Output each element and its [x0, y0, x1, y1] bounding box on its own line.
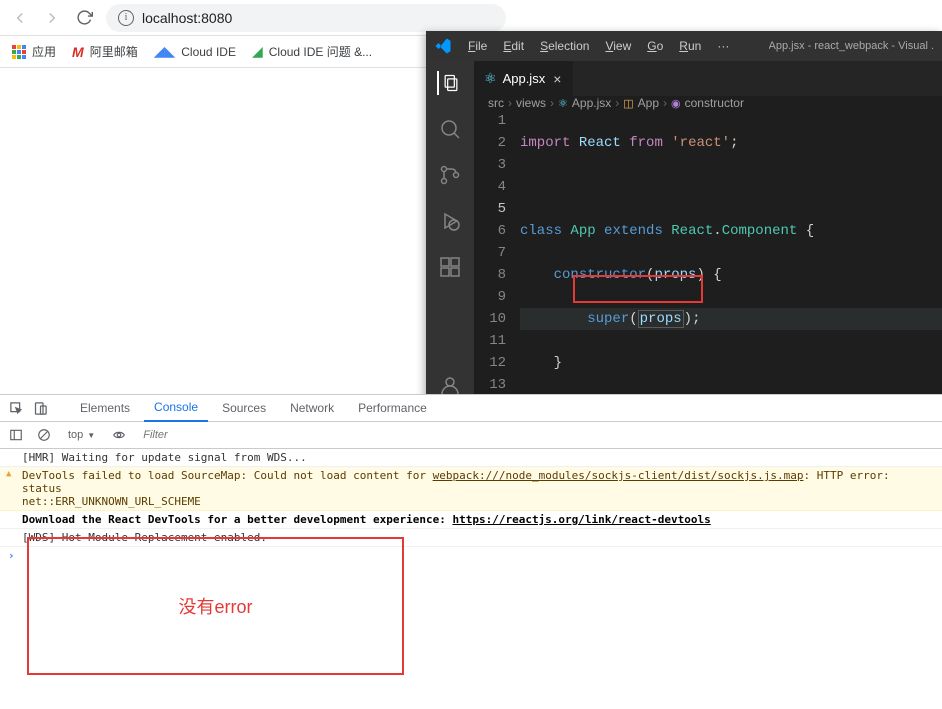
search-icon[interactable]	[438, 117, 462, 141]
reload-button[interactable]	[74, 8, 94, 28]
vscode-titlebar[interactable]: File Edit Selection View Go Run ··· App.…	[426, 31, 942, 61]
annotation-text: 没有error	[178, 593, 252, 619]
device-toggle-icon[interactable]	[30, 398, 50, 418]
bookmark-ali[interactable]: M 阿里邮箱	[72, 43, 138, 60]
console-toolbar: top ▼	[0, 422, 942, 449]
react-file-icon: ⚛	[484, 70, 497, 87]
back-button[interactable]	[10, 8, 30, 28]
leaf-icon: ◢	[252, 43, 263, 60]
bookmark-cloud-ide-q[interactable]: ◢ Cloud IDE 问题 &...	[252, 43, 372, 60]
bookmark-cloud-ide[interactable]: ◢◣ Cloud IDE	[154, 43, 236, 60]
vscode-logo-icon	[434, 37, 452, 55]
annotation-box-main: 没有error	[27, 537, 404, 675]
console-sidebar-toggle-icon[interactable]	[6, 425, 26, 445]
tab-performance[interactable]: Performance	[348, 395, 437, 421]
context-selector[interactable]: top ▼	[62, 427, 101, 443]
log-link[interactable]: https://reactjs.org/link/react-devtools	[452, 513, 710, 526]
forward-button[interactable]	[42, 8, 62, 28]
vscode-menubar: File Edit Selection View Go Run ···	[462, 37, 735, 55]
run-debug-icon[interactable]	[438, 209, 462, 233]
source-control-icon[interactable]	[438, 163, 462, 187]
menu-edit[interactable]: Edit	[497, 37, 530, 55]
address-bar[interactable]: i localhost:8080	[106, 4, 506, 32]
tab-close-icon[interactable]: ×	[551, 71, 563, 87]
log-entry-warn: DevTools failed to load SourceMap: Could…	[0, 467, 942, 511]
log-link[interactable]: webpack:///node_modules/sockjs-client/di…	[433, 469, 804, 482]
menu-more[interactable]: ···	[711, 37, 735, 55]
tab-app-jsx[interactable]: ⚛ App.jsx ×	[474, 61, 574, 96]
live-expression-icon[interactable]	[109, 425, 129, 445]
log-entry: [HMR] Waiting for update signal from WDS…	[0, 449, 942, 467]
site-info-icon[interactable]: i	[118, 10, 134, 26]
tab-elements[interactable]: Elements	[70, 395, 140, 421]
url-text: localhost:8080	[142, 10, 232, 26]
ali-mail-icon: M	[72, 44, 84, 60]
cloud-icon: ◢◣	[154, 43, 176, 60]
tab-sources[interactable]: Sources	[212, 395, 276, 421]
breadcrumb[interactable]: src› views› ⚛ App.jsx› ◫ App› ◉ construc…	[474, 96, 942, 110]
editor-tabs: ⚛ App.jsx ×	[474, 61, 942, 96]
vscode-window-title: App.jsx - react_webpack - Visual .	[769, 40, 934, 52]
inspect-element-icon[interactable]	[6, 398, 26, 418]
react-icon: ⚛	[558, 97, 568, 110]
class-icon: ◫	[623, 97, 633, 110]
menu-run[interactable]: Run	[673, 37, 707, 55]
tab-network[interactable]: Network	[280, 395, 344, 421]
method-icon: ◉	[671, 97, 681, 110]
tab-console[interactable]: Console	[144, 394, 208, 422]
explorer-icon[interactable]	[437, 71, 461, 95]
menu-file[interactable]: File	[462, 37, 493, 55]
console-filter-input[interactable]	[137, 427, 257, 443]
menu-go[interactable]: Go	[641, 37, 669, 55]
devtools-tabs: Elements Console Sources Network Perform…	[0, 395, 942, 422]
menu-view[interactable]: View	[599, 37, 637, 55]
log-entry: Download the React DevTools for a better…	[0, 511, 942, 529]
menu-selection[interactable]: Selection	[534, 37, 595, 55]
clear-console-icon[interactable]	[34, 425, 54, 445]
apps-icon	[12, 45, 26, 59]
extensions-icon[interactable]	[438, 255, 462, 279]
apps-shortcut[interactable]: 应用	[12, 43, 56, 60]
